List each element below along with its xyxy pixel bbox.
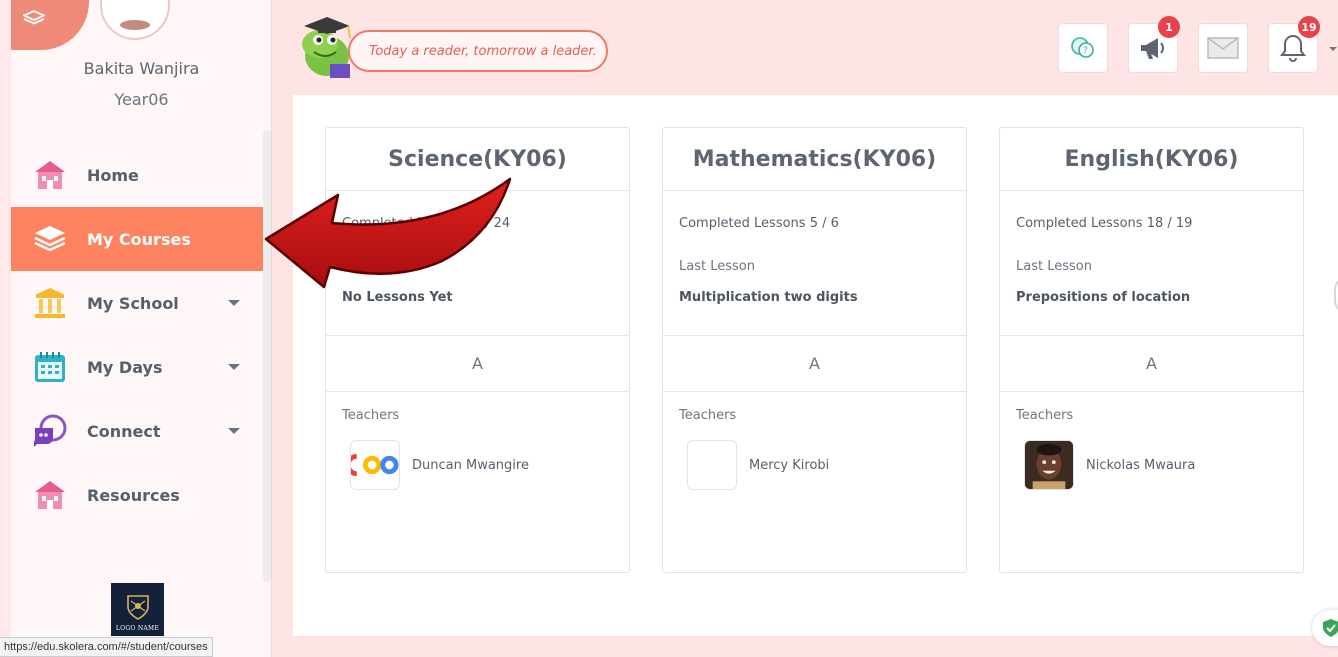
- course-progress: Completed Lessons 18 / 19 Last Lesson Pr…: [1000, 191, 1303, 336]
- chat-icon: ?: [1071, 37, 1094, 58]
- last-lesson-name: Prepositions of location: [1016, 290, 1191, 305]
- shield-icon: [1323, 619, 1338, 637]
- teacher-item[interactable]: Mercy Kirobi: [679, 440, 950, 490]
- notifications-badge: 19: [1298, 16, 1320, 38]
- courses-icon: [33, 222, 67, 256]
- teachers-section: Teachers Nickolas Mwaura: [1000, 392, 1303, 490]
- completed-lessons: Completed Lessons 18 / 19: [1016, 216, 1193, 231]
- announcements-badge: 1: [1158, 16, 1180, 38]
- sidebar-item-label: My Courses: [87, 229, 191, 249]
- teacher-avatar: [350, 440, 400, 490]
- sidebar-item-label: Resources: [87, 485, 180, 505]
- completed-lessons: Completed Lessons 5 / 6: [679, 216, 839, 231]
- teachers-section: Teachers Duncan Mwangire: [326, 392, 629, 490]
- teacher-item[interactable]: Duncan Mwangire: [342, 440, 613, 490]
- teachers-section: Teachers Mercy Kirobi: [663, 392, 966, 490]
- teacher-photo-image: [1025, 441, 1073, 489]
- teacher-name: Duncan Mwangire: [412, 457, 529, 473]
- messages-button[interactable]: [1198, 23, 1248, 73]
- course-grade: A: [326, 336, 629, 392]
- chevron-down-icon[interactable]: [228, 364, 240, 370]
- user-name: Bakita Wanjira: [83, 59, 200, 78]
- mail-icon: [1207, 37, 1239, 59]
- last-lesson-label: Last Lesson: [679, 259, 755, 274]
- last-lesson-name: No Lessons Yet: [342, 290, 453, 305]
- announcements-button[interactable]: 1: [1128, 16, 1180, 73]
- course-progress: Completed Lessons 5 / 6 Last Lesson Mult…: [663, 191, 966, 336]
- layers-icon: [23, 10, 45, 25]
- last-lesson-label: Last Lesson: [1016, 259, 1092, 274]
- google-logo-icon: [351, 453, 399, 477]
- red-arrow-annotation: [264, 177, 512, 289]
- teachers-label: Teachers: [1016, 408, 1074, 423]
- chevron-down-icon[interactable]: [228, 300, 240, 306]
- sidebar-item-label: Home: [87, 165, 139, 185]
- sidebar-item-home[interactable]: Home: [11, 143, 264, 207]
- sidebar: Bakita Wanjira Year06 Home My Courses My…: [0, 0, 272, 657]
- school-icon: [33, 286, 67, 320]
- sidebar-item-label: My Days: [87, 357, 163, 377]
- user-class: Year06: [114, 90, 169, 109]
- sidebar-nav: Home My Courses My School My Days Connec…: [11, 143, 264, 527]
- sidebar-item-resources[interactable]: Resources: [11, 463, 264, 527]
- sidebar-item-my-courses[interactable]: My Courses: [11, 207, 264, 271]
- chevron-down-icon[interactable]: [1329, 47, 1337, 51]
- course-card[interactable]: Mathematics(KY06) Completed Lessons 5 / …: [662, 127, 967, 573]
- sidebar-item-connect[interactable]: Connect: [11, 399, 264, 463]
- notifications-button[interactable]: 19: [1268, 16, 1320, 73]
- sidebar-item-my-days[interactable]: My Days: [11, 335, 264, 399]
- school-logo: LOGO NAME: [111, 583, 164, 636]
- course-title[interactable]: Mathematics(KY06): [663, 128, 966, 191]
- mascot-image: [302, 17, 351, 78]
- motto-banner: Today a reader, tomorrow a leader.: [348, 30, 608, 72]
- sidebar-item-my-school[interactable]: My School: [11, 271, 264, 335]
- course-grade: A: [1000, 336, 1303, 392]
- chevron-down-icon[interactable]: [228, 428, 240, 434]
- motto-text: Today a reader, tomorrow a leader.: [369, 43, 597, 59]
- course-card[interactable]: English(KY06) Completed Lessons 18 / 19 …: [999, 127, 1304, 573]
- course-grade: A: [663, 336, 966, 392]
- teacher-avatar: [1024, 440, 1074, 490]
- sidebar-edge: [0, 0, 11, 657]
- megaphone-icon: [1141, 38, 1164, 59]
- home-icon: [33, 158, 67, 192]
- last-lesson-name: Multiplication two digits: [679, 290, 858, 305]
- status-bar-url: https://edu.skolera.com/#/student/course…: [0, 637, 213, 657]
- teacher-item[interactable]: Nickolas Mwaura: [1016, 440, 1287, 490]
- teachers-label: Teachers: [342, 408, 400, 423]
- connect-icon: [33, 414, 67, 448]
- svg-text:?: ?: [1083, 46, 1088, 56]
- school-logo-text: LOGO NAME: [115, 625, 160, 632]
- teachers-label: Teachers: [679, 408, 737, 423]
- user-avatar[interactable]: [100, 0, 170, 40]
- security-badge[interactable]: [1312, 610, 1338, 646]
- bell-icon: [1280, 34, 1306, 62]
- crest-icon: [126, 595, 149, 620]
- sidebar-item-label: My School: [87, 293, 179, 313]
- chat-button[interactable]: ?: [1058, 23, 1108, 73]
- teacher-name: Nickolas Mwaura: [1086, 457, 1196, 473]
- teacher-avatar: [687, 440, 737, 490]
- sidebar-item-label: Connect: [87, 421, 161, 441]
- resources-icon: [33, 478, 67, 512]
- course-title[interactable]: English(KY06): [1000, 128, 1303, 191]
- teacher-name: Mercy Kirobi: [749, 457, 830, 473]
- calendar-icon: [33, 350, 67, 384]
- sidebar-toggle[interactable]: [11, 0, 89, 50]
